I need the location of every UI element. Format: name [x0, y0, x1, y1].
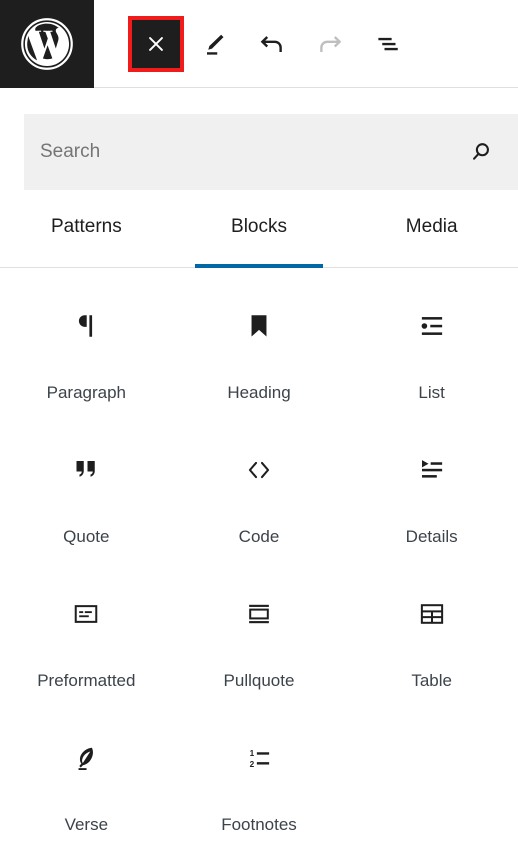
block-verse-label: Verse — [64, 815, 109, 834]
block-type-grid: Paragraph Heading List Quote Code Detail… — [0, 268, 518, 841]
editor-top-toolbar — [0, 0, 518, 88]
block-details[interactable]: Details — [345, 426, 518, 570]
bullet-list-icon — [408, 302, 456, 350]
close-inserter-button[interactable] — [128, 15, 184, 72]
block-grid-empty-cell — [345, 714, 518, 841]
preformatted-box-icon — [62, 590, 110, 638]
pilcrow-icon — [62, 302, 110, 350]
wordpress-logo-icon — [19, 16, 75, 72]
tab-media-label: Media — [405, 216, 458, 237]
angle-brackets-icon — [235, 446, 283, 494]
block-table[interactable]: Table — [345, 570, 518, 714]
block-quote[interactable]: Quote — [0, 426, 173, 570]
block-preformatted-label: Preformatted — [37, 671, 136, 690]
inserter-tab-list: Patterns Blocks Media — [0, 214, 518, 268]
quotation-mark-icon — [62, 446, 110, 494]
block-heading-label: Heading — [227, 383, 291, 402]
numbered-lines-icon: 1 2 — [235, 734, 283, 782]
tab-patterns-underline — [22, 264, 151, 268]
block-footnotes[interactable]: 1 2 Footnotes — [173, 714, 346, 841]
block-verse[interactable]: Verse — [0, 714, 173, 841]
edit-tool-button[interactable] — [186, 16, 242, 72]
bookmark-icon — [235, 302, 283, 350]
block-quote-label: Quote — [63, 527, 110, 546]
list-view-button[interactable] — [360, 16, 416, 72]
search-icon — [468, 139, 494, 165]
tab-patterns[interactable]: Patterns — [0, 214, 173, 267]
wordpress-logo-button[interactable] — [0, 0, 94, 88]
redo-arrow-icon — [315, 29, 345, 59]
search-submit-button[interactable] — [468, 139, 494, 165]
tab-media-underline — [367, 264, 496, 268]
redo-button[interactable] — [302, 16, 358, 72]
tab-blocks[interactable]: Blocks — [173, 214, 346, 268]
toolbar-button-group — [94, 0, 518, 87]
block-preformatted[interactable]: Preformatted — [0, 570, 173, 714]
block-list[interactable]: List — [345, 282, 518, 426]
table-grid-icon — [408, 590, 456, 638]
close-icon — [145, 33, 167, 55]
list-view-icon — [373, 29, 403, 59]
block-footnotes-label: Footnotes — [221, 815, 297, 834]
tab-blocks-label: Blocks — [231, 216, 287, 237]
pullquote-icon — [235, 590, 283, 638]
block-table-label: Table — [411, 671, 452, 690]
block-paragraph[interactable]: Paragraph — [0, 282, 173, 426]
block-paragraph-label: Paragraph — [46, 383, 127, 402]
block-pullquote[interactable]: Pullquote — [173, 570, 346, 714]
tab-media[interactable]: Media — [345, 214, 518, 267]
pencil-icon — [199, 29, 229, 59]
tab-blocks-underline — [194, 264, 324, 268]
svg-text:2: 2 — [250, 760, 255, 769]
block-heading[interactable]: Heading — [173, 282, 346, 426]
undo-button[interactable] — [244, 16, 300, 72]
block-details-label: Details — [405, 527, 458, 546]
block-code[interactable]: Code — [173, 426, 346, 570]
block-pullquote-label: Pullquote — [223, 671, 295, 690]
undo-arrow-icon — [257, 29, 287, 59]
search-input[interactable] — [40, 141, 468, 163]
search-field-container[interactable] — [24, 114, 518, 190]
svg-text:1: 1 — [250, 749, 255, 758]
tab-patterns-label: Patterns — [50, 216, 122, 237]
quill-feather-icon — [62, 734, 110, 782]
block-list-label: List — [418, 383, 445, 402]
details-disclosure-icon — [408, 446, 456, 494]
block-code-label: Code — [238, 527, 280, 546]
